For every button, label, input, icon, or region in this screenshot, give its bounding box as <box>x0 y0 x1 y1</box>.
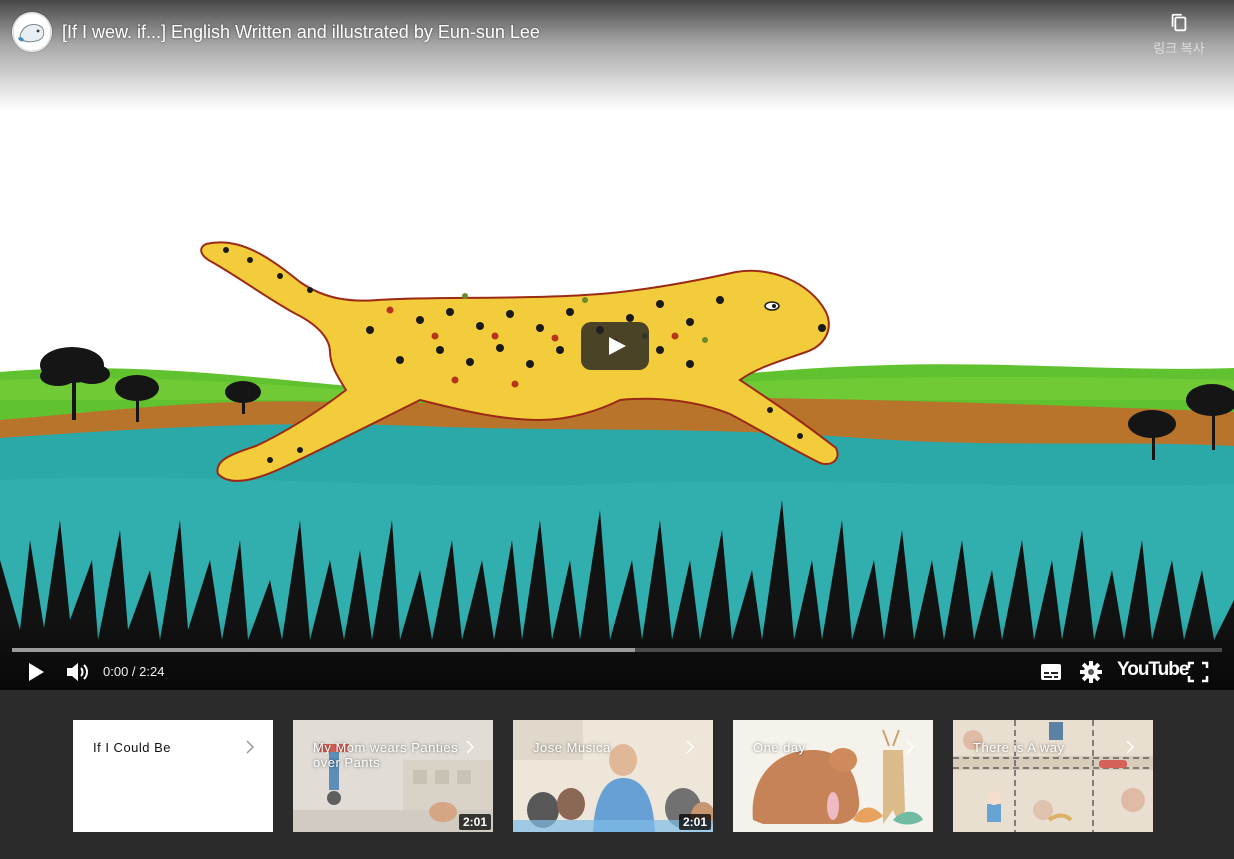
video-player[interactable]: [If I wew. if...] English Written and il… <box>0 0 1234 690</box>
thumb-overlay <box>733 720 933 832</box>
volume-button[interactable] <box>61 656 93 688</box>
youtube-logo[interactable]: YouTube <box>1117 659 1189 685</box>
large-play-button[interactable] <box>581 322 649 370</box>
fullscreen-button[interactable] <box>1182 656 1214 688</box>
end-card-my-mom[interactable]: My Mom wears Panties over Pants 2:01 <box>293 720 493 832</box>
whale-avatar-icon <box>12 12 52 52</box>
play-button[interactable] <box>20 656 52 688</box>
end-card-if-i-could-be[interactable]: If I Could Be <box>73 720 273 832</box>
chevron-right-icon <box>466 740 475 754</box>
progress-bar[interactable] <box>12 648 1222 652</box>
end-card-title: Jose Musica <box>533 740 611 755</box>
end-card-title: If I Could Be <box>93 740 172 755</box>
settings-button[interactable] <box>1075 656 1107 688</box>
channel-avatar[interactable] <box>12 12 52 52</box>
end-card-jose-musica[interactable]: Jose Musica 2:01 <box>513 720 713 832</box>
video-title[interactable]: [If I wew. if...] English Written and il… <box>62 22 540 43</box>
chevron-right-icon <box>246 740 255 754</box>
end-card-title: There is A way <box>973 740 1065 755</box>
title-bar <box>0 0 1234 110</box>
chevron-right-icon <box>1126 740 1135 754</box>
copy-icon <box>1171 13 1187 32</box>
duration-badge: 2:01 <box>458 814 491 830</box>
duration-badge: 2:01 <box>678 814 711 830</box>
subtitles-icon <box>1041 664 1061 680</box>
copy-link-label: 링크 복사 <box>1153 41 1205 56</box>
subtitles-button[interactable] <box>1035 656 1067 688</box>
play-icon <box>29 663 44 681</box>
copy-link-button[interactable]: 링크 복사 <box>1146 10 1212 64</box>
end-card-title: One day <box>753 740 806 755</box>
fullscreen-icon <box>1187 661 1209 683</box>
thumb-overlay <box>953 720 1153 832</box>
volume-icon <box>67 663 88 681</box>
gear-icon <box>1080 661 1102 683</box>
end-card-title: My Mom wears Panties over Pants <box>313 740 459 770</box>
time-display: 0:00 / 2:24 <box>103 664 165 679</box>
chevron-right-icon <box>686 740 695 754</box>
end-cards-row: If I Could Be My Mom wears Panties over … <box>0 690 1234 859</box>
end-card-there-is-a-way[interactable]: There is A way <box>953 720 1153 832</box>
end-card-one-day[interactable]: One day <box>733 720 933 832</box>
buffered-bar <box>12 648 636 652</box>
chevron-right-icon <box>906 740 915 754</box>
